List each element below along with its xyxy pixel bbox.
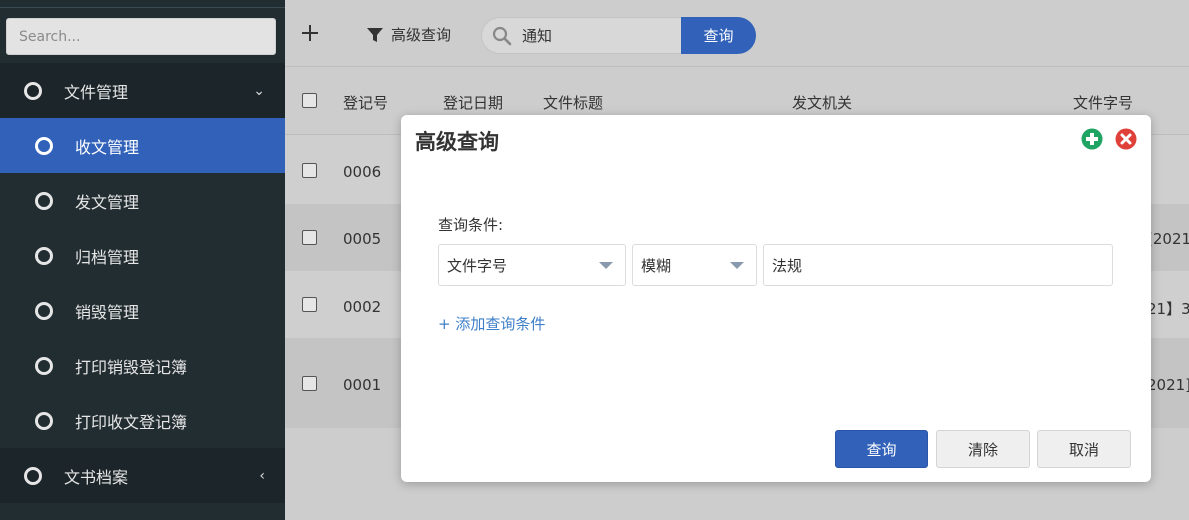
- advanced-search-button[interactable]: 高级查询: [367, 24, 451, 45]
- column-header-reg-no: 登记号: [343, 94, 389, 112]
- field-select[interactable]: 文件字号: [438, 244, 626, 286]
- filter-icon: [367, 27, 383, 42]
- dropdown-arrow-icon: [599, 262, 613, 269]
- sidebar-item-document-archive[interactable]: 文书档案 ‹: [0, 448, 285, 503]
- sidebar-item-label: 归档管理: [75, 247, 140, 267]
- circle-icon: [35, 411, 53, 430]
- sidebar-item-print-destroy-register[interactable]: 打印销毁登记簿: [0, 338, 285, 393]
- row-reg-no: 0002: [343, 298, 382, 316]
- column-header-doc-number: 文件字号: [1073, 94, 1134, 112]
- query-button[interactable]: 查询: [835, 430, 928, 468]
- sidebar: 文件管理 ⌄ 收文管理 发文管理 归档管理 销毁管理 打印销毁登记簿 打印收文登…: [0, 0, 285, 520]
- sidebar-top-divider: [0, 0, 285, 8]
- chevron-down-icon: ⌄: [253, 82, 265, 99]
- clear-button[interactable]: 清除: [936, 430, 1030, 468]
- row-reg-no: 0001: [343, 376, 382, 394]
- advanced-search-dialog: 高级查询 查询条件: 文件字号 模糊 + 添加查询条件 查询 清除 取消: [401, 115, 1151, 482]
- circle-icon: [24, 466, 42, 485]
- sidebar-item-label: 销毁管理: [75, 302, 140, 322]
- match-select-value: 模糊: [641, 256, 672, 275]
- circle-icon: [35, 301, 53, 320]
- sidebar-item-print-incoming-register[interactable]: 打印收文登记簿: [0, 393, 285, 448]
- sidebar-item-label: 文件管理: [64, 82, 129, 102]
- sidebar-item-label: 文书档案: [64, 467, 129, 487]
- search-group: 查询: [481, 17, 756, 54]
- field-select-value: 文件字号: [447, 256, 508, 275]
- column-header-issuer: 发文机关: [792, 94, 853, 112]
- sidebar-item-incoming-docs[interactable]: 收文管理: [0, 118, 285, 173]
- circle-icon: [35, 246, 53, 265]
- row-checkbox[interactable]: [302, 297, 317, 312]
- row-reg-no: 0005: [343, 230, 382, 248]
- sidebar-item-file-management[interactable]: 文件管理 ⌄: [0, 63, 285, 118]
- sidebar-item-label: 收文管理: [75, 137, 140, 157]
- sidebar-search-input[interactable]: [6, 18, 276, 55]
- search-field: [481, 17, 681, 54]
- match-select[interactable]: 模糊: [632, 244, 757, 286]
- cancel-button[interactable]: 取消: [1037, 430, 1131, 468]
- circle-icon: [35, 356, 53, 375]
- row-reg-no: 0006: [343, 163, 382, 181]
- sidebar-item-label: 打印销毁登记簿: [75, 357, 188, 377]
- row-checkbox[interactable]: [302, 376, 317, 391]
- sidebar-item-destroy[interactable]: 销毁管理: [0, 283, 285, 338]
- dialog-title: 高级查询: [415, 130, 499, 154]
- dropdown-arrow-icon: [730, 262, 744, 269]
- close-circle-icon[interactable]: [1115, 128, 1137, 150]
- column-header-title: 文件标题: [543, 94, 604, 112]
- row-checkbox[interactable]: [302, 230, 317, 245]
- add-button[interactable]: [299, 22, 321, 44]
- add-condition-link[interactable]: + 添加查询条件: [438, 313, 545, 334]
- circle-icon: [35, 136, 53, 155]
- row-checkbox[interactable]: [302, 163, 317, 178]
- condition-label: 查询条件:: [438, 216, 504, 234]
- circle-icon: [35, 191, 53, 210]
- advanced-search-label: 高级查询: [391, 26, 452, 44]
- condition-value-input[interactable]: [763, 244, 1113, 286]
- chevron-left-icon: ‹: [259, 467, 265, 484]
- sidebar-item-label: 打印收文登记簿: [75, 412, 188, 432]
- circle-icon: [24, 81, 42, 100]
- sidebar-item-label: 发文管理: [75, 192, 140, 212]
- search-button[interactable]: 查询: [681, 17, 756, 54]
- sidebar-search-wrap: [0, 8, 285, 63]
- search-icon: [492, 26, 512, 45]
- plus-circle-icon[interactable]: [1081, 128, 1103, 150]
- sidebar-item-outgoing-docs[interactable]: 发文管理: [0, 173, 285, 228]
- search-input[interactable]: [522, 26, 672, 45]
- row-doc-number: 2021]: [1147, 376, 1189, 394]
- toolbar: 高级查询 查询: [285, 0, 1189, 67]
- row-doc-number: [2021]: [1147, 230, 1189, 248]
- column-header-reg-date: 登记日期: [443, 94, 504, 112]
- sidebar-item-archive[interactable]: 归档管理: [0, 228, 285, 283]
- select-all-checkbox[interactable]: [302, 93, 317, 108]
- row-doc-number: 21】3: [1147, 300, 1189, 318]
